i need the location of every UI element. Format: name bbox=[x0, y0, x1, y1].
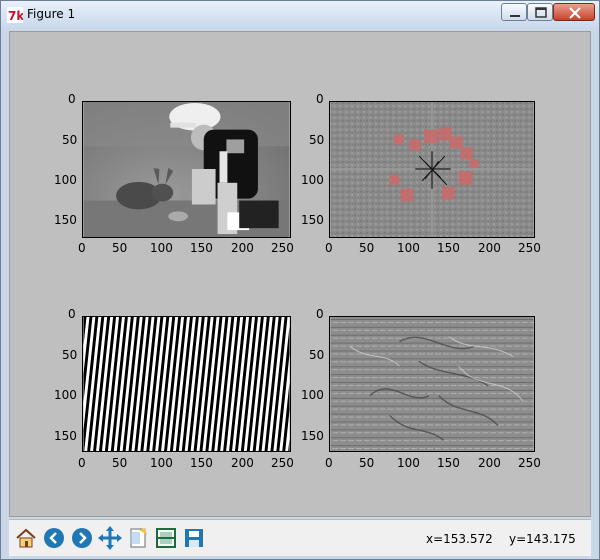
photo-image bbox=[82, 101, 291, 238]
zoom-icon[interactable] bbox=[125, 525, 151, 551]
tick-label: 0 bbox=[316, 307, 324, 321]
tick-label: 250 bbox=[518, 456, 541, 470]
y-coordinate-readout: y=143.175 bbox=[509, 532, 576, 546]
tick-label: 250 bbox=[271, 241, 294, 255]
maximize-icon bbox=[535, 7, 547, 18]
configure-subplots-icon[interactable] bbox=[153, 525, 179, 551]
forward-icon[interactable] bbox=[69, 525, 95, 551]
tick-label: 150 bbox=[301, 429, 324, 443]
tick-label: 100 bbox=[397, 241, 420, 255]
spectrum-image bbox=[329, 101, 535, 238]
x-coordinate-readout: x=153.572 bbox=[426, 532, 493, 546]
tick-label: 0 bbox=[325, 241, 333, 255]
tick-label: 50 bbox=[62, 133, 78, 147]
tick-label: 200 bbox=[231, 241, 254, 255]
minimize-icon bbox=[510, 15, 520, 17]
window-title: Figure 1 bbox=[27, 7, 76, 21]
pan-icon[interactable] bbox=[97, 525, 123, 551]
close-icon bbox=[569, 7, 581, 19]
tick-label: 200 bbox=[231, 456, 254, 470]
minimize-button[interactable] bbox=[501, 3, 527, 21]
tick-label: 250 bbox=[518, 241, 541, 255]
tick-label: 150 bbox=[301, 213, 324, 227]
tick-label: 150 bbox=[190, 456, 213, 470]
tick-label: 150 bbox=[437, 456, 460, 470]
tk-app-icon: 7k bbox=[7, 7, 23, 23]
stripe-pattern-image bbox=[82, 316, 291, 452]
tick-label: 0 bbox=[316, 92, 324, 106]
tick-label: 100 bbox=[301, 388, 324, 402]
tick-label: 150 bbox=[54, 429, 77, 443]
tick-label: 100 bbox=[150, 456, 173, 470]
tick-label: 50 bbox=[359, 456, 375, 470]
tick-label: 0 bbox=[78, 241, 86, 255]
tick-label: 50 bbox=[112, 456, 128, 470]
tick-label: 0 bbox=[78, 456, 86, 470]
home-icon[interactable] bbox=[13, 525, 39, 551]
tick-label: 0 bbox=[68, 307, 76, 321]
tick-label: 200 bbox=[478, 241, 501, 255]
tick-label: 50 bbox=[309, 133, 325, 147]
tick-label: 50 bbox=[359, 241, 375, 255]
tick-label: 200 bbox=[478, 456, 501, 470]
close-button[interactable] bbox=[553, 3, 595, 21]
tick-label: 50 bbox=[309, 348, 325, 362]
svg-text:7k: 7k bbox=[8, 9, 23, 23]
tick-label: 100 bbox=[54, 173, 77, 187]
tick-label: 150 bbox=[190, 241, 213, 255]
tick-label: 100 bbox=[301, 173, 324, 187]
maximize-button[interactable] bbox=[527, 3, 553, 21]
save-icon[interactable] bbox=[181, 525, 207, 551]
back-icon[interactable] bbox=[41, 525, 67, 551]
tick-label: 100 bbox=[397, 456, 420, 470]
tick-label: 100 bbox=[150, 241, 173, 255]
figure-window: 7k Figure 1 x=153.572 y=143.175 bbox=[0, 0, 600, 560]
tick-label: 250 bbox=[271, 456, 294, 470]
tick-label: 50 bbox=[112, 241, 128, 255]
tick-label: 100 bbox=[54, 388, 77, 402]
tick-label: 0 bbox=[325, 456, 333, 470]
navigation-toolbar: x=153.572 y=143.175 bbox=[9, 519, 591, 556]
tick-label: 150 bbox=[437, 241, 460, 255]
figure-canvas[interactable] bbox=[9, 31, 591, 517]
tick-label: 50 bbox=[62, 348, 78, 362]
filtered-image bbox=[329, 316, 535, 452]
tick-label: 0 bbox=[68, 92, 76, 106]
tick-label: 150 bbox=[54, 213, 77, 227]
title-bar[interactable]: 7k Figure 1 bbox=[1, 1, 599, 29]
